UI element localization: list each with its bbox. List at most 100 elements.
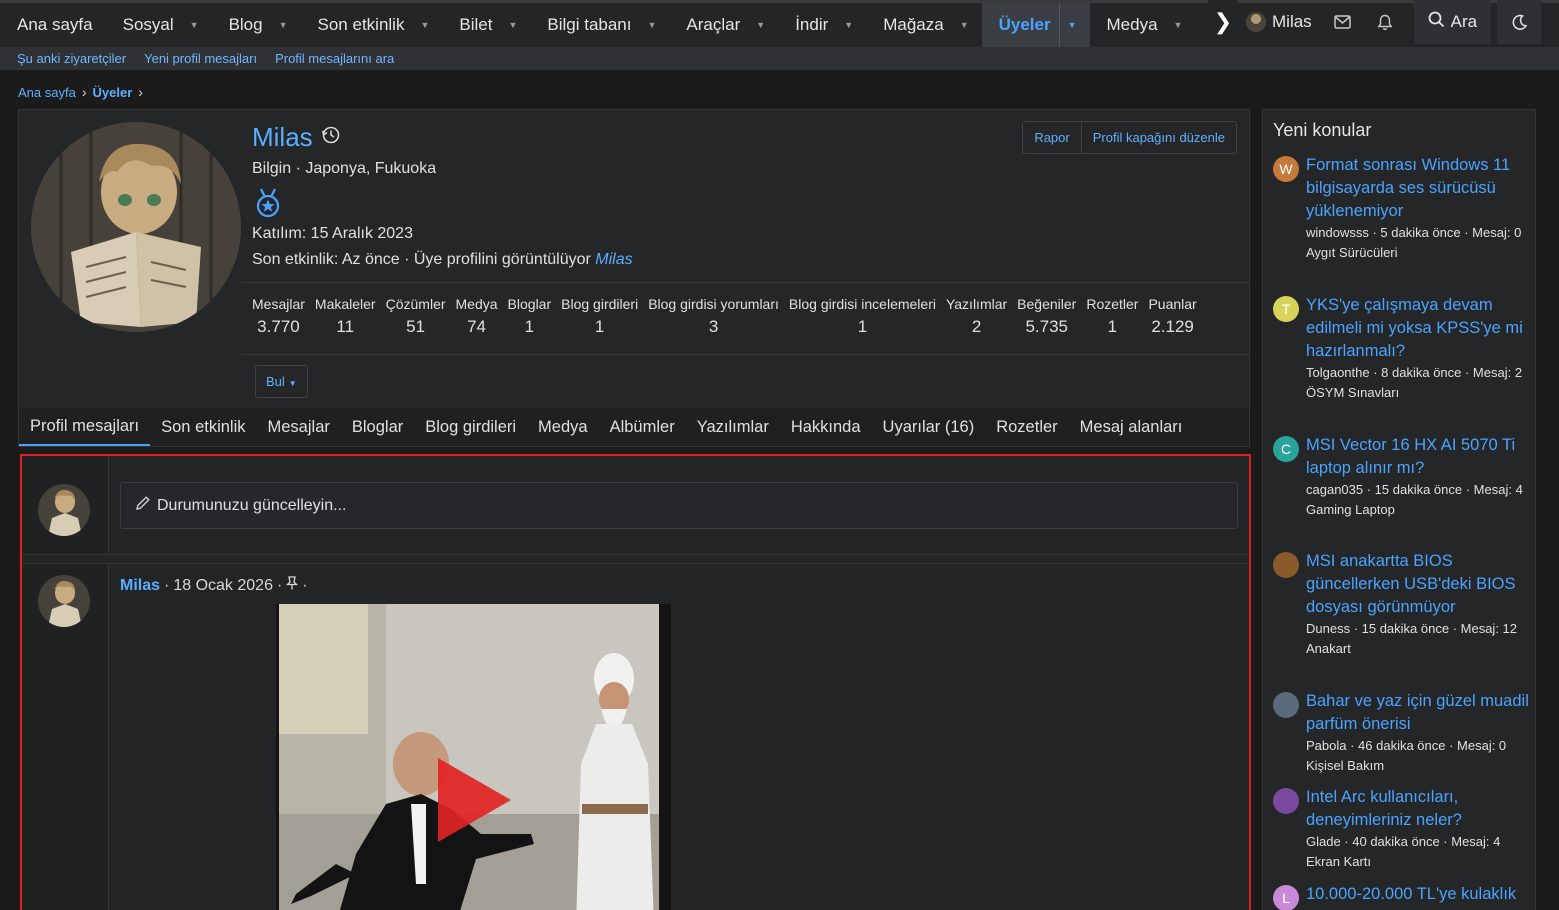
post-video-thumbnail[interactable] — [276, 604, 671, 910]
thread-title-link[interactable]: Bahar ve yaz için güzel muadil parfüm ön… — [1306, 690, 1530, 736]
nav-tab[interactable]: Üyeler ▼ — [981, 3, 1090, 47]
edit-cover-button[interactable]: Profil kapağını düzenle — [1080, 122, 1236, 153]
breadcrumb-home[interactable]: Ana sayfa — [18, 85, 76, 100]
profile-stat[interactable]: Beğeniler 5.735 — [1017, 296, 1076, 337]
breadcrumb-current[interactable]: Üyeler — [93, 85, 133, 100]
thread-body: YKS'ye çalışmaya devam edilmeli mi yoksa… — [1306, 294, 1530, 403]
subnav-link[interactable]: Yeni profil mesajları — [144, 51, 257, 66]
moon-icon[interactable] — [1497, 0, 1542, 44]
nav-tab[interactable]: Ana sayfa — [0, 3, 106, 47]
avatar[interactable]: T — [1273, 296, 1299, 322]
caret-down-icon: ▼ — [288, 379, 297, 388]
thread-forum-link[interactable]: Aygıt Sürücüleri — [1306, 243, 1530, 263]
nav-tab[interactable]: Medya ▼ — [1090, 3, 1196, 47]
profile-tab[interactable]: Yazılımlar — [686, 408, 780, 446]
thread-meta: cagan035 · 15 dakika önce · Mesaj: 4 — [1306, 482, 1523, 497]
find-button[interactable]: Bul ▼ — [255, 365, 308, 398]
status-update-input[interactable]: Durumunuzu güncelleyin... — [120, 482, 1238, 529]
caret-down-icon[interactable]: ▼ — [279, 20, 288, 30]
profile-tab[interactable]: Medya — [527, 408, 599, 446]
thread-title-link[interactable]: MSI Vector 16 HX AI 5070 Ti laptop alını… — [1306, 434, 1530, 480]
search-button[interactable]: Ara — [1413, 0, 1492, 44]
last-seen-link[interactable]: Milas — [595, 251, 632, 268]
thread-title-link[interactable]: MSI anakartta BIOS güncellerken USB'deki… — [1306, 550, 1530, 619]
nav-tab[interactable]: Sosyal ▼ — [106, 3, 212, 47]
caret-down-icon[interactable]: ▼ — [960, 20, 969, 30]
profile-stat[interactable]: Blog girdileri 1 — [561, 296, 638, 337]
avatar[interactable]: C — [1273, 436, 1299, 462]
profile-tab[interactable]: Profil mesajları — [19, 408, 151, 446]
bell-icon[interactable] — [1364, 0, 1406, 44]
thread-body: Format sonrası Windows 11 bilgisayarda s… — [1306, 154, 1530, 263]
user-menu[interactable]: Milas — [1240, 0, 1322, 44]
profile-stats: Mesajlar 3.770 Makaleler 11 Çözümler 51 Medya 7… — [252, 296, 1207, 337]
thread-forum-link[interactable]: ÖSYM Sınavları — [1306, 383, 1530, 403]
nav-tab[interactable]: Mağaza ▼ — [866, 3, 981, 47]
profile-stat[interactable]: Çözümler 51 — [386, 296, 446, 337]
medal-icon[interactable] — [255, 188, 281, 223]
avatar[interactable] — [38, 575, 90, 627]
profile-stat[interactable]: Blog girdisi incelemeleri 1 — [789, 296, 936, 337]
profile-stat[interactable]: Bloglar 1 — [508, 296, 552, 337]
envelope-icon[interactable] — [1322, 0, 1364, 44]
nav-tab[interactable]: Blog ▼ — [212, 3, 301, 47]
post-author[interactable]: Milas — [120, 577, 160, 595]
profile-avatar[interactable] — [31, 122, 241, 332]
report-button[interactable]: Rapor — [1023, 122, 1080, 153]
avatar[interactable]: W — [1273, 156, 1299, 182]
sub-navigation: Şu anki ziyaretçiler Yeni profil mesajlar… — [0, 47, 1559, 70]
profile-tab[interactable]: Mesaj alanları — [1069, 408, 1194, 446]
thread-forum-link[interactable]: Ekran Kartı — [1306, 852, 1530, 872]
avatar[interactable] — [1273, 552, 1299, 578]
caret-down-icon[interactable]: ▼ — [1058, 3, 1077, 47]
avatar[interactable] — [1273, 692, 1299, 718]
profile-tab[interactable]: Hakkında — [780, 408, 872, 446]
caret-down-icon[interactable]: ▼ — [190, 20, 199, 30]
profile-tab[interactable]: Mesajlar — [257, 408, 341, 446]
profile-tab[interactable]: Blog girdileri — [414, 408, 527, 446]
thread-meta: Duness · 15 dakika önce · Mesaj: 12 — [1306, 621, 1517, 636]
thread-forum-link[interactable]: Anakart — [1306, 639, 1530, 659]
profile-tab[interactable]: Rozetler — [985, 408, 1068, 446]
caret-down-icon[interactable]: ▼ — [1174, 20, 1183, 30]
profile-stat[interactable]: Medya 74 — [456, 296, 498, 337]
caret-down-icon[interactable]: ▼ — [648, 20, 657, 30]
nav-tab[interactable]: Bilet ▼ — [442, 3, 530, 47]
caret-down-icon[interactable]: ▼ — [756, 20, 765, 30]
profile-stat[interactable]: Rozetler 1 — [1086, 296, 1138, 337]
chevron-right-icon[interactable]: ❯ — [1208, 0, 1238, 44]
stat-label: Blog girdileri — [561, 296, 639, 312]
profile-stat[interactable]: Makaleler 11 — [315, 296, 376, 337]
nav-tab[interactable]: Bilgi tabanı ▼ — [530, 3, 669, 47]
subnav-link[interactable]: Profil mesajlarını ara — [275, 51, 394, 66]
nav-tab[interactable]: Araçlar ▼ — [669, 3, 778, 47]
profile-tab[interactable]: Albümler — [599, 408, 686, 446]
thread-title-link[interactable]: 10.000-20.000 TL'ye kulaklık — [1306, 883, 1530, 906]
profile-stat[interactable]: Puanlar 2.129 — [1148, 296, 1196, 337]
profile-tab[interactable]: Bloglar — [341, 408, 414, 446]
separator: · — [164, 576, 170, 594]
thread-title-link[interactable]: Intel Arc kullanıcıları, deneyimleriniz … — [1306, 786, 1530, 832]
profile-tab[interactable]: Uyarılar (16) — [872, 408, 986, 446]
avatar[interactable] — [1273, 788, 1299, 814]
nav-tab[interactable]: Son etkinlik ▼ — [301, 3, 443, 47]
subnav-link[interactable]: Şu anki ziyaretçiler — [17, 51, 126, 66]
caret-down-icon[interactable]: ▼ — [844, 20, 853, 30]
thread-forum-link[interactable]: Gaming Laptop — [1306, 500, 1530, 520]
avatar[interactable] — [38, 484, 90, 536]
post-date[interactable]: 18 Ocak 2026 — [173, 577, 273, 595]
history-icon[interactable] — [321, 125, 341, 151]
thread-forum-link[interactable]: Kişisel Bakım — [1306, 756, 1530, 776]
profile-tab[interactable]: Son etkinlik — [150, 408, 256, 446]
thread-title-link[interactable]: Format sonrası Windows 11 bilgisayarda s… — [1306, 154, 1530, 223]
profile-stat[interactable]: Blog girdisi yorumları 3 — [648, 296, 779, 337]
profile-stat[interactable]: Mesajlar 3.770 — [252, 296, 305, 337]
nav-tab-label: Sosyal — [122, 15, 174, 34]
caret-down-icon[interactable]: ▼ — [420, 20, 429, 30]
avatar[interactable]: L — [1273, 885, 1299, 910]
nav-tab[interactable]: İndir ▼ — [778, 3, 866, 47]
nav-tab-label: Blog — [228, 15, 263, 34]
thread-title-link[interactable]: YKS'ye çalışmaya devam edilmeli mi yoksa… — [1306, 294, 1530, 363]
caret-down-icon[interactable]: ▼ — [508, 20, 517, 30]
profile-stat[interactable]: Yazılımlar 2 — [946, 296, 1007, 337]
